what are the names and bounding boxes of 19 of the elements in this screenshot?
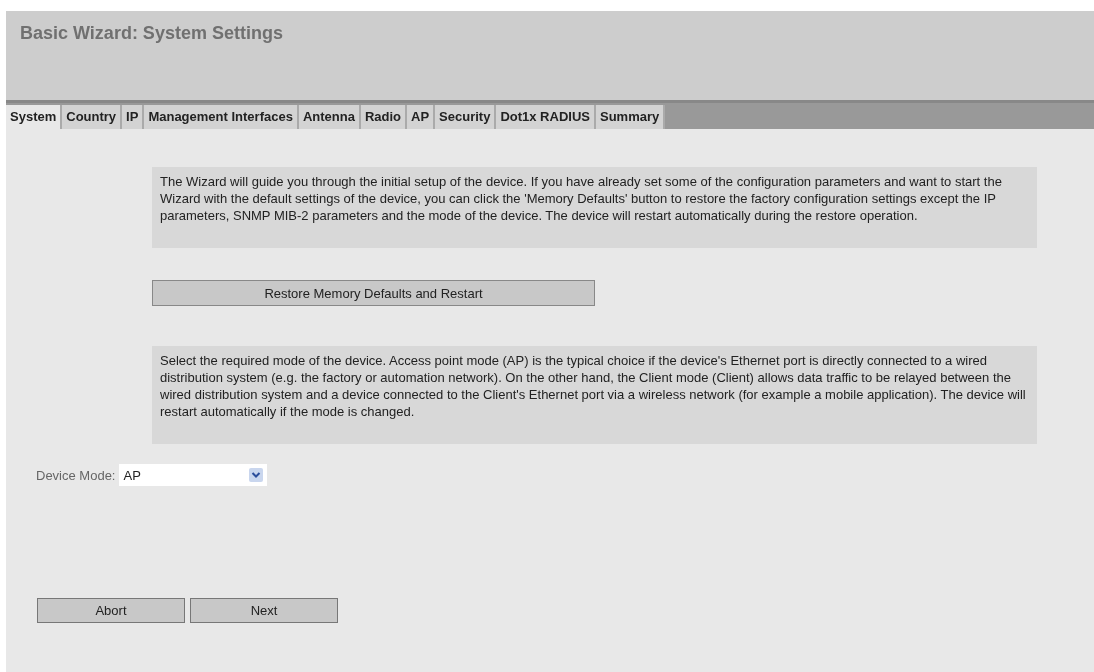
tab[interactable]: Country (62, 105, 123, 129)
tab[interactable]: Management Interfaces (144, 105, 299, 129)
page-title: Basic Wizard: System Settings (20, 23, 283, 44)
tab[interactable]: Radio (360, 105, 407, 129)
next-button[interactable]: Next (190, 598, 338, 623)
tab[interactable]: Summary (595, 105, 666, 129)
tab[interactable]: AP (407, 105, 436, 129)
intro-text: The Wizard will guide you through the initial setup of the device. If you have already set some of the configuration parameters and want to start the Wizard with the default settings of the device, you can click the 'Memory Defaults' button to restore the factory configuration settings except the IP parameters, SNMP MIB-2 parameters and the mode of the device. The device will restart automatically during the restore operation. (152, 167, 1037, 248)
mode-info-text: Select the required mode of the device. Access point mode (AP) is the typical choice if the device's Ethernet port is directly connected to a wired distribution system (e.g. the factory or automation network). On the other hand, the Client mode (Client) allows data traffic to be relayed between the wired distribution system and a device connected to the Client's Ethernet port via a wireless network (for example a mobile application). The device will restart automatically if the mode is changed. (152, 346, 1037, 444)
dropdown-caret-icon (249, 468, 264, 482)
tab[interactable]: IP (122, 105, 145, 129)
device-mode-select[interactable]: AP (119, 464, 268, 486)
tab[interactable]: Dot1x RADIUS (496, 105, 596, 129)
device-mode-label: Device Mode: (36, 467, 116, 483)
restore-defaults-button[interactable]: Restore Memory Defaults and Restart (152, 280, 595, 306)
tab[interactable]: Antenna (298, 105, 361, 129)
abort-button[interactable]: Abort (37, 598, 185, 623)
tab[interactable]: System (6, 105, 63, 131)
tab[interactable]: Security (435, 105, 497, 129)
